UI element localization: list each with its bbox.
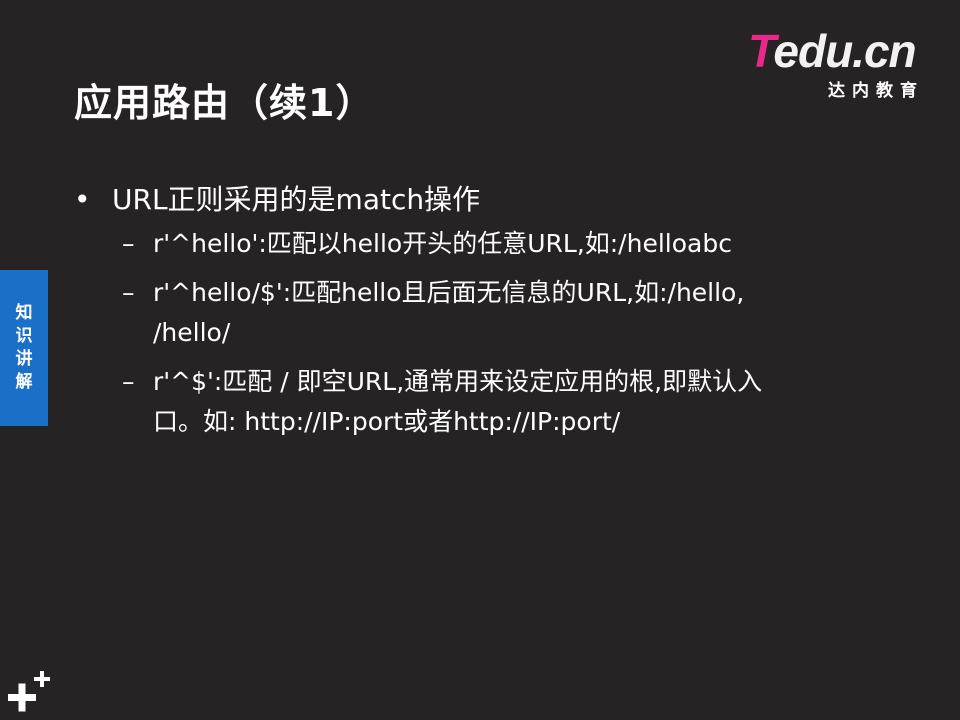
sub-item-text: r'^hello':匹配以hello开头的任意URL,如:/helloabc: [153, 229, 732, 258]
sub-item-text-continued: 口。如: http://IP:port或者http://IP:port/: [153, 407, 621, 436]
sub-item-text: r'^$':匹配 / 即空URL,通常用来设定应用的根,即默认入: [153, 367, 763, 396]
side-tab-char: 识: [15, 326, 33, 346]
sub-item-text: r'^hello/$':匹配hello且后面无信息的URL,如:/hello,: [153, 278, 745, 307]
sub-item: – r'^$':匹配 / 即空URL,通常用来设定应用的根,即默认入 口。如: …: [74, 362, 894, 442]
plus-logo-icon: [8, 671, 50, 712]
bullet-item: • URL正则采用的是match操作: [74, 178, 894, 222]
slide-title: 应用路由（续1）: [74, 81, 375, 125]
dash-marker: –: [122, 278, 135, 307]
side-tab-char: 讲: [15, 349, 33, 369]
dash-marker: –: [122, 367, 135, 396]
bullet-text: URL正则采用的是match操作: [112, 183, 481, 216]
sub-item-text-continued: /hello/: [153, 318, 231, 347]
sub-item: – r'^hello/$':匹配hello且后面无信息的URL,如:/hello…: [74, 273, 894, 353]
logo-subtitle: 达内教育: [828, 81, 924, 101]
bullet-marker: •: [74, 183, 91, 216]
logo-wordmark: Tedu.cn: [748, 25, 917, 77]
slide: 应用路由（续1） Tedu.cn 达内教育 知 识 讲 解 • URL正则采用的…: [0, 0, 960, 720]
side-tab-char: 解: [15, 372, 33, 392]
slide-content: • URL正则采用的是match操作 – r'^hello':匹配以hello开…: [74, 178, 894, 451]
side-tab-knowledge: 知 识 讲 解: [0, 270, 48, 426]
side-tab-char: 知: [15, 303, 33, 323]
dash-marker: –: [122, 229, 135, 258]
tedu-logo: Tedu.cn 达内教育: [748, 25, 938, 101]
sub-item: – r'^hello':匹配以hello开头的任意URL,如:/helloabc: [74, 224, 894, 264]
